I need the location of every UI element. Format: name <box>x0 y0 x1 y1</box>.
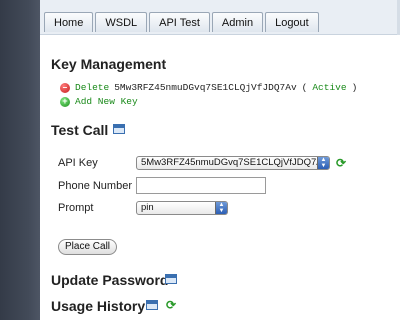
update-password-heading: Update Password <box>51 272 169 288</box>
api-key-label: API Key <box>58 157 98 169</box>
nav-tabs: Home WSDL API Test Admin Logout <box>44 12 321 32</box>
add-key-row: + Add New Key <box>60 96 138 107</box>
prompt-label: Prompt <box>58 202 94 214</box>
chevron-down-icon: ▲ ▼ <box>317 157 329 169</box>
phone-number-label: Phone Number <box>58 180 132 192</box>
tab-wsdl[interactable]: WSDL <box>95 12 148 32</box>
delete-icon[interactable]: – <box>60 82 70 93</box>
status-open-paren: ( <box>301 82 308 93</box>
refresh-icon[interactable]: ⟳ <box>166 299 178 311</box>
prompt-select-value: pin <box>141 202 154 213</box>
status-badge: Active <box>312 82 347 93</box>
tab-logout[interactable]: Logout <box>265 12 319 32</box>
api-key-select[interactable]: 5Mw3RFZ45nmuDGvq7SE1CLQjVfJDQ7Av ▲ ▼ <box>136 156 330 170</box>
window-icon[interactable] <box>113 124 125 134</box>
refresh-icon[interactable]: ⟳ <box>336 157 348 169</box>
prompt-select[interactable]: pin ▲ ▼ <box>136 201 228 215</box>
delete-key-link[interactable]: Delete <box>75 82 109 93</box>
window-icon[interactable] <box>146 300 158 310</box>
usage-history-heading: Usage History <box>51 298 146 314</box>
place-call-button[interactable]: Place Call <box>58 239 118 255</box>
phone-number-input[interactable] <box>136 177 266 194</box>
key-management-heading: Key Management <box>51 56 167 72</box>
test-call-heading: Test Call <box>51 122 109 138</box>
tab-home[interactable]: Home <box>44 12 94 32</box>
add-icon[interactable]: + <box>60 96 70 107</box>
tab-api-test[interactable]: API Test <box>149 12 210 32</box>
tab-admin[interactable]: Admin <box>211 12 264 32</box>
chevron-down-icon: ▲ ▼ <box>215 202 227 214</box>
window-icon[interactable] <box>165 274 177 284</box>
left-rail <box>0 0 40 320</box>
key-value: 5Mw3RFZ45nmuDGvq7SE1CLQjVfJDQ7Av <box>114 82 297 93</box>
add-new-key-link[interactable]: Add New Key <box>75 96 138 107</box>
api-key-select-value: 5Mw3RFZ45nmuDGvq7SE1CLQjVfJDQ7Av <box>141 157 328 168</box>
key-row: – Delete 5Mw3RFZ45nmuDGvq7SE1CLQjVfJDQ7A… <box>60 82 357 93</box>
status-close-paren: ) <box>351 82 358 93</box>
